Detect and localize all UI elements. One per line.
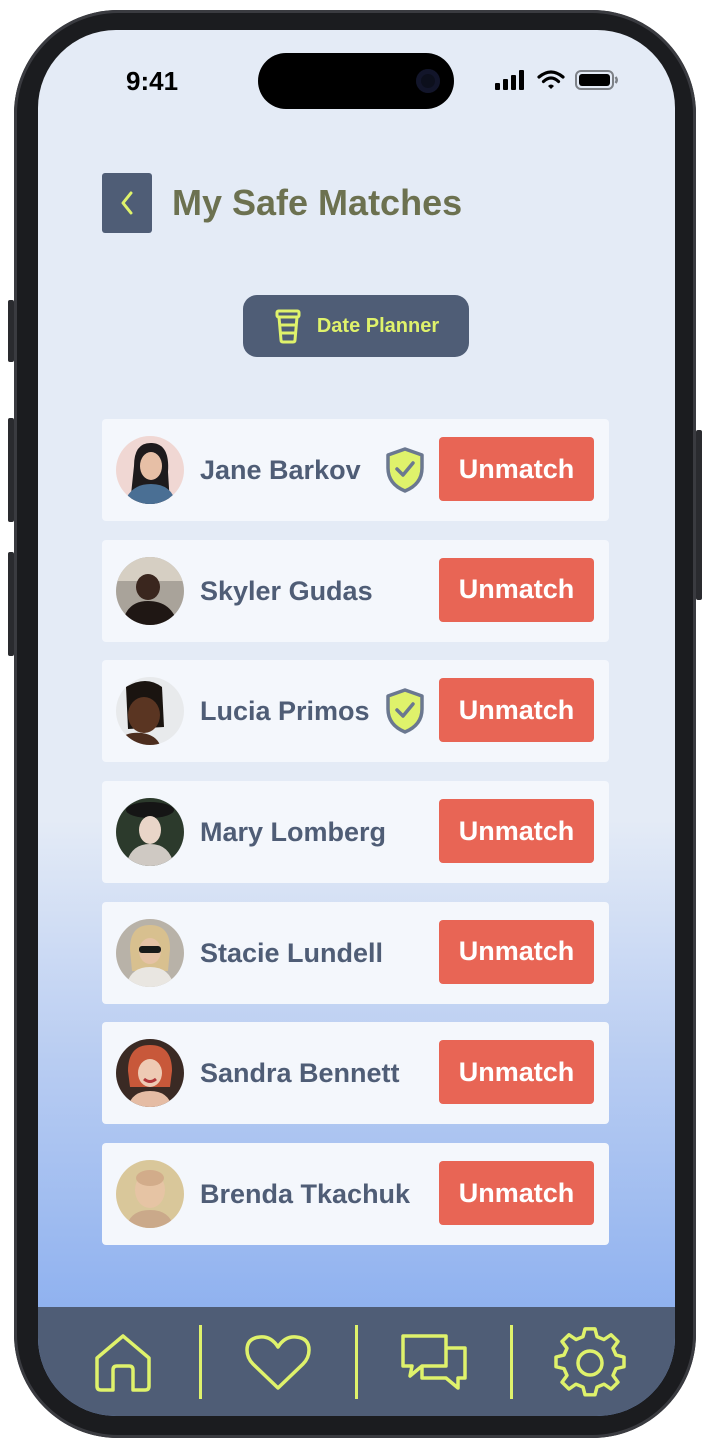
chevron-left-icon (121, 191, 133, 215)
chat-icon (401, 1334, 467, 1390)
match-name[interactable]: Stacie Lundell (200, 902, 383, 1004)
unmatch-button[interactable]: Unmatch (439, 678, 594, 743)
matches-list: Jane Barkov Unmatch Skyler Gudas Unmatch (102, 419, 609, 1264)
match-name[interactable]: Jane Barkov (200, 419, 361, 521)
coffee-cup-icon (275, 309, 301, 344)
front-camera (416, 69, 440, 93)
match-row: Skyler Gudas Unmatch (102, 539, 609, 642)
volume-down-button (8, 552, 14, 656)
match-row: Mary Lomberg Unmatch (102, 781, 609, 884)
unmatch-button[interactable]: Unmatch (439, 437, 594, 501)
unmatch-button[interactable]: Unmatch (439, 1161, 594, 1226)
settings-gear-icon (554, 1327, 626, 1397)
avatar[interactable] (116, 1039, 184, 1108)
match-name[interactable]: Skyler Gudas (200, 540, 373, 642)
nav-divider (355, 1325, 358, 1399)
match-row: Brenda Tkachuk Unmatch (102, 1143, 609, 1246)
home-icon (95, 1334, 151, 1392)
date-planner-label: Date Planner (316, 314, 440, 337)
match-row: Sandra Bennett Unmatch (102, 1022, 609, 1125)
match-name[interactable]: Sandra Bennett (200, 1022, 400, 1124)
match-name[interactable]: Lucia Primos (200, 660, 370, 762)
battery-icon (575, 70, 618, 90)
back-button[interactable] (102, 173, 152, 233)
nav-settings[interactable] (550, 1327, 630, 1399)
status-time: 9:41 (126, 66, 179, 96)
app-screen: 9:41 My Safe Matches Date Planner Jane B… (38, 30, 675, 1416)
dynamic-island (258, 53, 454, 109)
match-row: Lucia Primos Unmatch (102, 660, 609, 763)
unmatch-button[interactable]: Unmatch (439, 557, 594, 622)
nav-divider (510, 1325, 513, 1399)
wifi-icon (537, 70, 565, 89)
verified-shield-icon (386, 447, 424, 493)
avatar[interactable] (116, 1160, 184, 1229)
nav-messages[interactable] (394, 1327, 474, 1399)
bottom-nav (38, 1307, 675, 1416)
heart-icon (245, 1335, 311, 1390)
match-row: Jane Barkov Unmatch (102, 419, 609, 521)
nav-divider (199, 1325, 202, 1399)
mute-switch (8, 300, 14, 362)
avatar[interactable] (116, 556, 184, 625)
match-row: Stacie Lundell Unmatch (102, 901, 609, 1004)
match-name[interactable]: Brenda Tkachuk (200, 1143, 410, 1245)
unmatch-button[interactable]: Unmatch (439, 919, 594, 984)
match-name[interactable]: Mary Lomberg (200, 781, 386, 883)
nav-home[interactable] (83, 1327, 163, 1399)
nav-favorites[interactable] (238, 1327, 318, 1399)
power-button (696, 430, 702, 600)
verified-shield-icon (386, 688, 424, 735)
date-planner-button[interactable]: Date Planner (243, 295, 469, 357)
volume-up-button (8, 418, 14, 522)
unmatch-button[interactable]: Unmatch (439, 1040, 594, 1105)
avatar[interactable] (116, 918, 184, 987)
avatar[interactable] (116, 677, 184, 746)
status-bar: 9:41 (38, 30, 675, 130)
avatar[interactable] (116, 436, 184, 504)
page-header: My Safe Matches (102, 173, 462, 233)
unmatch-button[interactable]: Unmatch (439, 799, 594, 864)
avatar[interactable] (116, 798, 184, 867)
page-title: My Safe Matches (172, 182, 463, 223)
signal-icon (495, 70, 524, 90)
status-icons (495, 70, 619, 90)
